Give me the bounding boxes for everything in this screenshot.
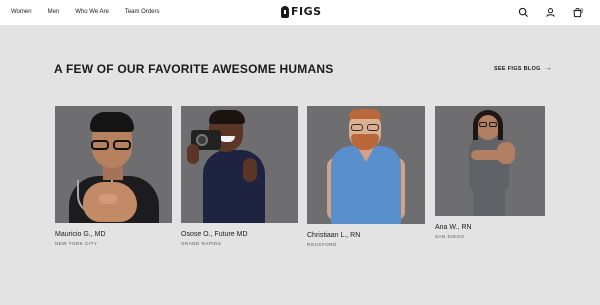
card-photo — [435, 106, 545, 216]
card-city: GRAND RAPIDS — [181, 241, 222, 246]
search-icon[interactable] — [518, 7, 529, 18]
card-name: Osose O., Future MD — [181, 231, 248, 238]
cart-count: 0 — [580, 9, 584, 15]
card-photo — [307, 106, 425, 224]
arrow-right-icon: → — [544, 65, 552, 72]
nav-men[interactable]: Men — [48, 7, 60, 17]
card-name: Mauricio G., MD — [55, 231, 106, 238]
section-title: A FEW OF OUR FAVORITE AWESOME HUMANS — [54, 62, 334, 76]
main-nav: Women Men Who We Are Team Orders — [11, 7, 176, 17]
see-blog-link[interactable]: SEE FIGS BLOG → — [494, 65, 552, 72]
human-card[interactable]: Mauricio G., MD NEW YORK CITY — [55, 106, 172, 247]
figs-logo[interactable]: FIGS — [281, 6, 322, 18]
card-city: NEW YORK CITY — [55, 241, 98, 246]
card-name: Christiaan L., RN — [307, 232, 361, 239]
nav-who-we-are[interactable]: Who We Are — [75, 7, 109, 17]
figs-logo-text: FIGS — [291, 5, 322, 18]
account-icon[interactable] — [545, 7, 556, 18]
nav-women[interactable]: Women — [11, 7, 32, 17]
nav-team-orders[interactable]: Team Orders — [125, 7, 160, 17]
human-card[interactable]: Christiaan L., RN ROCKFORD — [307, 106, 425, 248]
card-photo — [181, 106, 298, 223]
site-header: Women Men Who We Are Team Orders FIGS 0 — [0, 0, 600, 25]
see-blog-label: SEE FIGS BLOG — [494, 66, 541, 72]
card-photo — [55, 106, 172, 223]
human-card[interactable]: Ana W., RN SAN DIEGO — [435, 106, 545, 240]
human-card[interactable]: Osose O., Future MD GRAND RAPIDS — [181, 106, 298, 247]
figs-logo-mark — [281, 6, 289, 18]
card-name: Ana W., RN — [435, 224, 472, 231]
card-city: SAN DIEGO — [435, 234, 465, 239]
card-city: ROCKFORD — [307, 242, 337, 247]
